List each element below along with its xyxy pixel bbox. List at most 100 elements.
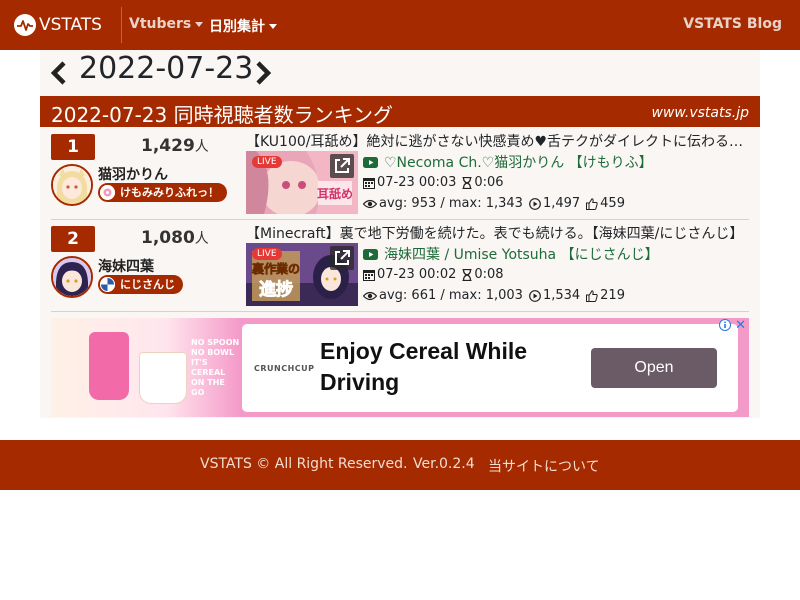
ranking-header: 2022-07-23 同時視聴者数ランキング www.vstats.jp bbox=[40, 96, 760, 127]
calendar-icon bbox=[363, 177, 375, 189]
duration-value: 0:08 bbox=[474, 267, 504, 282]
svg-text:裏作業の: 裏作業の bbox=[251, 261, 300, 276]
nav-daily-dropdown[interactable]: 日別集計 bbox=[209, 16, 277, 36]
eye-icon bbox=[363, 199, 377, 208]
channel-name: 海妹四葉 / Umise Yotsuha 【にじさんじ】 bbox=[384, 247, 659, 263]
agency-name: けもみみりふれっ！ bbox=[120, 186, 219, 199]
nav-blog-link[interactable]: VSTATS Blog bbox=[683, 16, 782, 32]
vtuber-name[interactable]: 猫羽かりん bbox=[98, 164, 168, 184]
viewer-unit: 人 bbox=[194, 231, 209, 247]
ad-headline[interactable]: Enjoy Cereal While Driving bbox=[320, 336, 580, 398]
viewer-count: 1,429人 bbox=[141, 136, 209, 156]
video-title[interactable]: 【Minecraft】裏で地下労働を続けた。表でも続ける。【海妹四葉/にじさんじ… bbox=[246, 223, 746, 243]
rank-badge: 1 bbox=[51, 134, 95, 160]
ad-choices-icon[interactable] bbox=[719, 319, 731, 331]
thumbs-up-icon bbox=[586, 289, 598, 302]
viewer-stats-value: avg: 953 / max: 1,343 bbox=[379, 196, 523, 211]
viewer-count: 1,080人 bbox=[141, 228, 209, 248]
viewer-stats: avg: 661 / max: 1,003 bbox=[363, 288, 523, 303]
viewer-stats-value: avg: 661 / max: 1,003 bbox=[379, 288, 523, 303]
nav-daily-label: 日別集計 bbox=[209, 19, 265, 35]
navbar: VSTATS Vtubers 日別集計 VSTATS Blog bbox=[0, 0, 800, 50]
live-tag: LIVE bbox=[252, 248, 282, 260]
nav-divider bbox=[121, 7, 122, 43]
avatar-image bbox=[53, 166, 91, 204]
play-circle-icon bbox=[529, 289, 541, 302]
ad-open-button[interactable]: Open bbox=[591, 348, 717, 388]
stream-timing: 07-23 00:02 0:08 bbox=[363, 267, 510, 282]
video-thumbnail[interactable]: 耳舐め LIVE bbox=[246, 151, 358, 214]
ranking-row: 2 1,080人 海妹四葉 にじさんじ 【Minecraft】裏で地下労働を続け… bbox=[51, 219, 749, 312]
ad-slogan: NO SPOON NO BOWL IT'S CEREAL ON THE GO bbox=[191, 338, 240, 397]
like-count-value: 459 bbox=[600, 196, 625, 211]
nav-vtubers-dropdown[interactable]: Vtubers bbox=[129, 16, 204, 32]
video-thumbnail[interactable]: 裏作業の 進捗 LIVE bbox=[246, 243, 358, 306]
current-date: 2022-07-23 bbox=[79, 51, 254, 86]
ad-banner[interactable]: NO SPOON NO BOWL IT'S CEREAL ON THE GO C… bbox=[51, 318, 749, 417]
nav-vtubers-label: Vtubers bbox=[129, 16, 192, 32]
eye-icon bbox=[363, 291, 377, 300]
thumbs-up-icon bbox=[586, 197, 598, 210]
start-time: 07-23 00:02 bbox=[363, 267, 456, 282]
viewer-stats: avg: 953 / max: 1,343 bbox=[363, 196, 523, 211]
chevron-right-icon[interactable] bbox=[250, 61, 274, 85]
duration: 0:06 bbox=[462, 175, 504, 190]
pulse-logo-icon bbox=[14, 14, 36, 36]
stream-stats: avg: 661 / max: 1,003 1,534 219 bbox=[363, 288, 631, 303]
view-count-value: 1,534 bbox=[542, 288, 581, 303]
site-url: www.vstats.jp bbox=[651, 105, 749, 121]
ranking-title: 2022-07-23 同時視聴者数ランキング bbox=[51, 103, 393, 127]
caret-down-icon bbox=[195, 21, 204, 27]
viewer-unit: 人 bbox=[194, 139, 209, 155]
view-count: 1,534 bbox=[529, 288, 580, 303]
ad-close-icon[interactable]: ✕ bbox=[735, 318, 746, 333]
hourglass-icon bbox=[462, 268, 472, 281]
avatar[interactable] bbox=[51, 256, 93, 298]
agency-logo-icon bbox=[100, 277, 115, 292]
viewer-number: 1,080 bbox=[141, 228, 195, 248]
agency-badge[interactable]: にじさんじ bbox=[98, 275, 183, 294]
like-count: 459 bbox=[586, 196, 625, 211]
date-navigation: 2022-07-23 bbox=[40, 50, 760, 96]
live-tag: LIVE bbox=[252, 156, 282, 168]
start-time-value: 07-23 00:03 bbox=[377, 175, 457, 190]
ad-card: CRUNCHCUP Enjoy Cereal While Driving Ope… bbox=[242, 324, 738, 412]
agency-badge[interactable]: けもみみりふれっ！ bbox=[98, 183, 227, 202]
footer: VSTATS © All Right Reserved. Ver.0.2.4 当… bbox=[0, 440, 800, 490]
youtube-icon bbox=[363, 249, 378, 260]
footer-copyright: VSTATS © All Right Reserved. bbox=[200, 456, 408, 472]
viewer-number: 1,429 bbox=[141, 136, 195, 156]
chevron-left-icon[interactable] bbox=[48, 61, 72, 85]
external-link-icon[interactable] bbox=[330, 246, 354, 270]
channel-name: ♡Necoma Ch.♡猫羽かりん 【けもりふ】 bbox=[384, 155, 653, 171]
footer-version: Ver.0.2.4 bbox=[413, 456, 475, 472]
video-title[interactable]: 【KU100/耳舐め】絶対に逃がさない快感責め♥舌テクがダイレクトに伝わる… bbox=[246, 131, 746, 151]
stream-timing: 07-23 00:03 0:06 bbox=[363, 175, 510, 190]
ad-brand: CRUNCHCUP bbox=[254, 364, 315, 373]
brand-name: VSTATS bbox=[39, 15, 102, 35]
ad-bowl-shape bbox=[139, 352, 187, 404]
ranking-row: 1 1,429人 猫羽かりん けもみみりふれっ！ 【KU100/耳舐め】絶対に逃… bbox=[51, 127, 749, 220]
vtuber-name[interactable]: 海妹四葉 bbox=[98, 256, 154, 276]
duration: 0:08 bbox=[462, 267, 504, 282]
youtube-icon bbox=[363, 157, 378, 168]
stream-stats: avg: 953 / max: 1,343 1,497 459 bbox=[363, 196, 631, 211]
svg-text:進捗: 進捗 bbox=[259, 279, 293, 300]
avatar[interactable] bbox=[51, 164, 93, 206]
like-count: 219 bbox=[586, 288, 625, 303]
svg-text:耳舐め: 耳舐め bbox=[317, 186, 353, 201]
calendar-icon bbox=[363, 269, 375, 281]
like-count-value: 219 bbox=[600, 288, 625, 303]
channel-link[interactable]: 海妹四葉 / Umise Yotsuha 【にじさんじ】 bbox=[363, 244, 659, 264]
external-link-icon[interactable] bbox=[330, 154, 354, 178]
channel-link[interactable]: ♡Necoma Ch.♡猫羽かりん 【けもりふ】 bbox=[363, 152, 653, 172]
footer-about-link[interactable]: 当サイトについて bbox=[488, 456, 600, 476]
start-time-value: 07-23 00:02 bbox=[377, 267, 457, 282]
hourglass-icon bbox=[462, 176, 472, 189]
ad-cup-shape bbox=[89, 332, 129, 400]
rank-badge: 2 bbox=[51, 226, 95, 252]
view-count-value: 1,497 bbox=[542, 196, 581, 211]
start-time: 07-23 00:03 bbox=[363, 175, 456, 190]
play-circle-icon bbox=[529, 197, 541, 210]
brand-link[interactable]: VSTATS bbox=[14, 12, 102, 38]
